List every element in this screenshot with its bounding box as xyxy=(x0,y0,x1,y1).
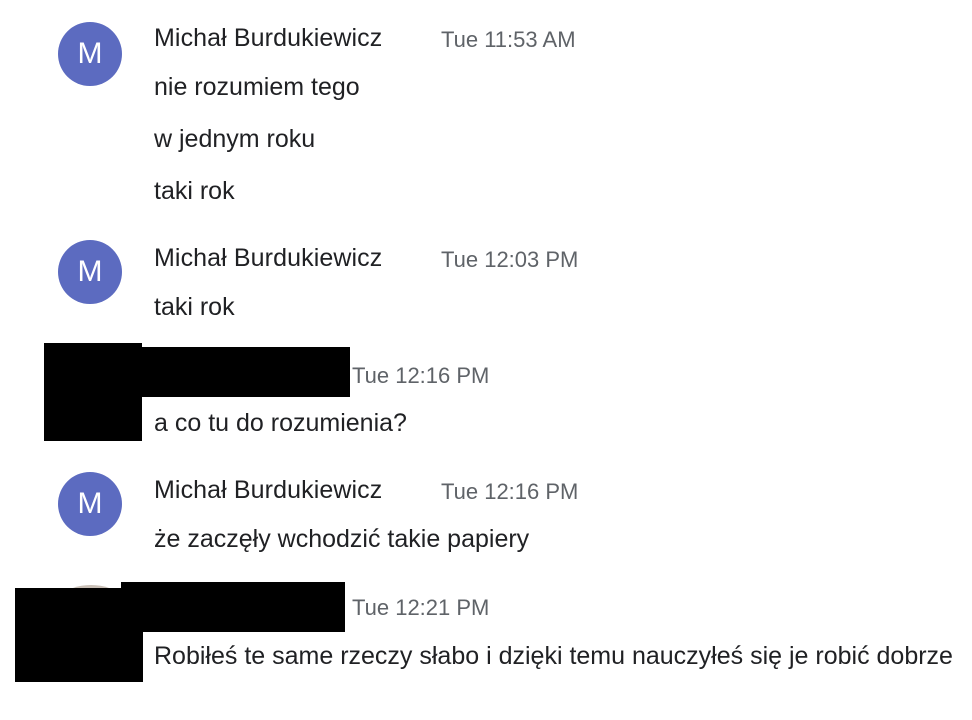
message-timestamp: Tue 12:16 PM xyxy=(441,479,579,504)
avatar[interactable]: M xyxy=(58,472,122,536)
message-text: w jednym roku xyxy=(154,125,316,153)
avatar[interactable]: M xyxy=(58,240,122,304)
message-text: że zaczęły wchodzić takie papiery xyxy=(154,525,530,553)
message-text: a co tu do rozumienia? xyxy=(154,409,407,437)
message-text: Robiłeś te same rzeczy słabo i dzięki te… xyxy=(154,642,953,670)
message-timestamp: Tue 12:03 PM xyxy=(441,247,579,272)
message-timestamp: Tue 12:16 PM xyxy=(352,363,490,388)
message-timestamp: Tue 11:53 AM xyxy=(441,27,576,52)
redacted-sender-name xyxy=(142,347,350,397)
avatar-initial: M xyxy=(77,37,103,70)
redacted-sender-name xyxy=(121,582,345,632)
message-text: taki rok xyxy=(154,293,235,321)
avatar-initial: M xyxy=(77,487,103,520)
message-timestamp: Tue 12:21 PM xyxy=(352,595,490,620)
redacted-avatar xyxy=(44,343,142,441)
message-text: taki rok xyxy=(154,177,235,205)
sender-name: Michał Burdukiewicz xyxy=(154,476,383,504)
sender-name: Michał Burdukiewicz xyxy=(154,244,383,272)
sender-name: Michał Burdukiewicz xyxy=(154,24,383,52)
avatar-initial: M xyxy=(77,255,103,288)
avatar[interactable]: M xyxy=(58,22,122,86)
message-text: nie rozumiem tego xyxy=(154,73,360,101)
